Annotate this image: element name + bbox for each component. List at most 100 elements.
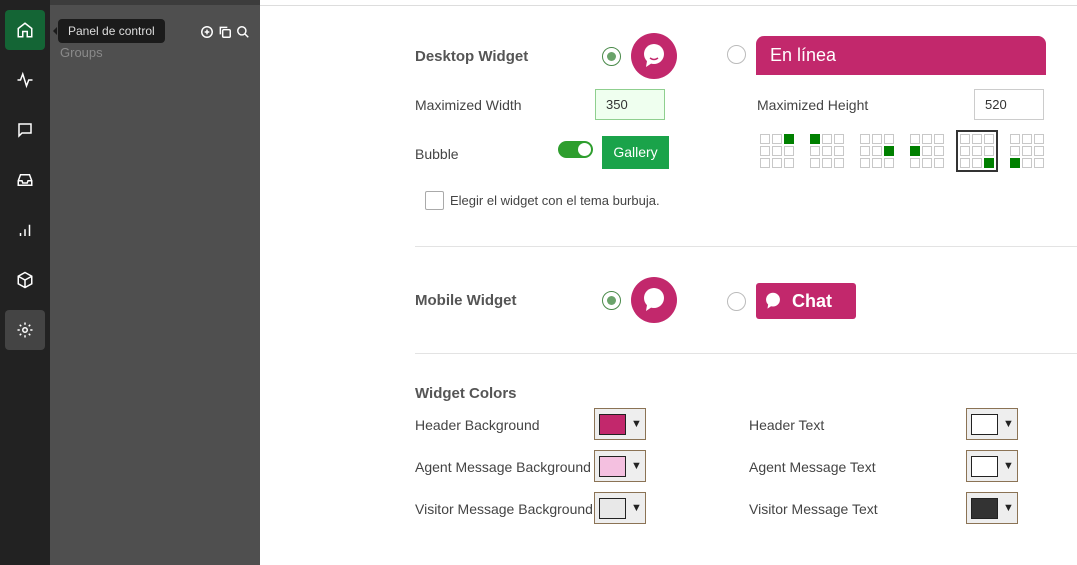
position-cell (960, 134, 970, 144)
tooltip: Panel de control (53, 19, 165, 43)
position-cell (884, 158, 894, 168)
position-cell (1034, 158, 1044, 168)
position-cell (822, 146, 832, 156)
position-cell (910, 158, 920, 168)
mobile-chat-radio[interactable] (727, 292, 746, 311)
position-cell (910, 146, 920, 156)
color-swatch (599, 497, 626, 519)
mobile-chat-preview[interactable]: Chat (756, 283, 856, 319)
max-height-input[interactable]: 520 (974, 89, 1044, 120)
position-cell (934, 158, 944, 168)
position-cell (984, 134, 994, 144)
home-icon (17, 22, 33, 38)
position-option-bottom-left[interactable] (1010, 134, 1044, 168)
position-cell (834, 146, 844, 156)
divider (415, 246, 1077, 247)
max-width-label: Maximized Width (415, 97, 522, 113)
position-cell (772, 134, 782, 144)
color-swatch (971, 413, 998, 435)
gallery-button[interactable]: Gallery (602, 136, 669, 169)
dropdown-arrow-icon: ▼ (631, 460, 642, 472)
position-option-middle-left[interactable] (910, 134, 944, 168)
nav-reports[interactable] (5, 210, 45, 250)
position-cell (784, 158, 794, 168)
position-cell (822, 158, 832, 168)
position-cell (872, 146, 882, 156)
desktop-bar-radio[interactable] (727, 45, 746, 64)
position-cell (1022, 146, 1032, 156)
chat-bubble-icon (644, 44, 664, 67)
groups-title: Groups (60, 45, 103, 60)
position-cell (884, 134, 894, 144)
add-circle-icon[interactable] (200, 25, 214, 39)
color-swatch (599, 455, 626, 477)
position-cell (860, 146, 870, 156)
bar-chart-icon (19, 224, 31, 236)
max-width-input[interactable]: 350 (595, 89, 665, 120)
position-cell (1010, 158, 1020, 168)
position-cell (810, 134, 820, 144)
position-cell (972, 158, 982, 168)
gear-icon (17, 322, 33, 338)
position-cell (884, 146, 894, 156)
position-cell (934, 146, 944, 156)
nav-settings[interactable] (5, 310, 45, 350)
bubble-theme-label: Elegir el widget con el tema burbuja. (450, 193, 660, 208)
position-cell (760, 146, 770, 156)
chat-label: Chat (792, 290, 832, 311)
nav-chat[interactable] (5, 110, 45, 150)
position-cell (922, 158, 932, 168)
position-cell (834, 134, 844, 144)
color-picker[interactable]: ▼ (594, 492, 646, 524)
nav-home[interactable] (5, 10, 45, 50)
chat-bubble-icon (644, 288, 664, 311)
color-swatch (971, 497, 998, 519)
position-option-bottom-right[interactable] (956, 130, 998, 172)
color-label: Header Text (749, 417, 825, 433)
color-picker[interactable]: ▼ (594, 450, 646, 482)
position-cell (810, 146, 820, 156)
desktop-bubble-radio[interactable] (602, 47, 621, 66)
desktop-widget-title: Desktop Widget (415, 48, 529, 65)
desktop-bubble-preview[interactable] (631, 33, 677, 79)
position-cell (1022, 134, 1032, 144)
color-picker[interactable]: ▼ (966, 408, 1018, 440)
position-cell (872, 134, 882, 144)
color-swatch (971, 455, 998, 477)
chat-icon (18, 123, 32, 138)
position-cell (1034, 134, 1044, 144)
dropdown-arrow-icon: ▼ (631, 502, 642, 514)
dropdown-arrow-icon: ▼ (1003, 502, 1014, 514)
position-cell (834, 158, 844, 168)
position-cell (984, 146, 994, 156)
widget-colors-title: Widget Colors (415, 385, 517, 402)
position-option-top-left[interactable] (810, 134, 844, 168)
desktop-bar-preview[interactable]: En línea (756, 36, 1046, 75)
position-cell (934, 134, 944, 144)
position-cell (760, 134, 770, 144)
mobile-bubble-preview[interactable] (631, 277, 677, 323)
position-cell (984, 158, 994, 168)
nav-inbox[interactable] (5, 160, 45, 200)
position-cell (1010, 146, 1020, 156)
bubble-theme-checkbox[interactable] (425, 191, 444, 210)
search-icon[interactable] (236, 25, 250, 39)
color-picker[interactable]: ▼ (966, 450, 1018, 482)
position-cell (1010, 134, 1020, 144)
position-cell (860, 134, 870, 144)
bubble-toggle[interactable] (558, 141, 593, 158)
groups-panel: Groups (50, 0, 260, 565)
position-cell (772, 158, 782, 168)
position-option-top-right[interactable] (760, 134, 794, 168)
position-option-middle-right[interactable] (860, 134, 894, 168)
color-label: Header Background (415, 417, 540, 433)
package-icon (17, 271, 33, 289)
nav-activity[interactable] (5, 60, 45, 100)
dropdown-arrow-icon: ▼ (631, 418, 642, 430)
position-cell (784, 134, 794, 144)
copy-icon[interactable] (218, 25, 232, 39)
color-picker[interactable]: ▼ (966, 492, 1018, 524)
nav-packages[interactable] (5, 260, 45, 300)
mobile-bubble-radio[interactable] (602, 291, 621, 310)
color-picker[interactable]: ▼ (594, 408, 646, 440)
